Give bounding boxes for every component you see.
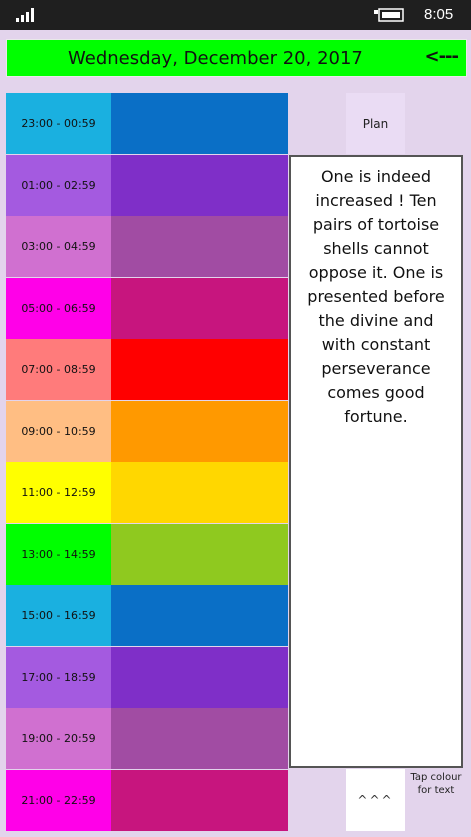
time-slot-row: 05:00 - 06:59 <box>6 277 288 339</box>
scroll-up-button[interactable]: ^^^ <box>346 769 405 831</box>
time-slot-row: 15:00 - 16:59 <box>6 585 288 646</box>
status-bar: 8:05 <box>0 0 471 30</box>
oracle-text-panel: One is indeed increased ! Ten pairs of t… <box>289 155 463 768</box>
time-slot-row: 13:00 - 14:59 <box>6 523 288 585</box>
signal-strength-icon <box>16 8 34 22</box>
tap-hint: Tap colour for text <box>410 772 462 796</box>
colour-block[interactable] <box>111 339 288 400</box>
colour-block[interactable] <box>111 585 288 646</box>
date-header: Wednesday, December 20, 2017 <--- <box>6 39 467 77</box>
colour-block[interactable] <box>111 523 288 585</box>
colour-block[interactable] <box>111 154 288 216</box>
time-slot-label: 03:00 - 04:59 <box>6 216 111 277</box>
colour-block[interactable] <box>111 216 288 277</box>
date-title: Wednesday, December 20, 2017 <box>68 48 363 69</box>
time-slot-row: 07:00 - 08:59 <box>6 339 288 400</box>
time-slot-label: 11:00 - 12:59 <box>6 462 111 523</box>
time-slot-label: 07:00 - 08:59 <box>6 339 111 400</box>
time-slot-row: 11:00 - 12:59 <box>6 462 288 523</box>
time-slot-row: 09:00 - 10:59 <box>6 400 288 462</box>
time-slot-label: 13:00 - 14:59 <box>6 523 111 585</box>
time-slot-row: 19:00 - 20:59 <box>6 708 288 769</box>
time-slot-label: 05:00 - 06:59 <box>6 277 111 339</box>
time-slot-label: 17:00 - 18:59 <box>6 646 111 708</box>
colour-block[interactable] <box>111 646 288 708</box>
time-slot-row: 23:00 - 00:59 <box>6 93 288 154</box>
time-slot-label: 19:00 - 20:59 <box>6 708 111 769</box>
plan-button[interactable]: Plan <box>346 93 405 154</box>
colour-block[interactable] <box>111 462 288 523</box>
back-button[interactable]: <--- <box>425 46 459 67</box>
time-slot-row: 17:00 - 18:59 <box>6 646 288 708</box>
time-colour-grid: 23:00 - 00:59 01:00 - 02:59 03:00 - 04:59 0… <box>6 93 288 832</box>
colour-block[interactable] <box>111 708 288 769</box>
time-slot-label: 23:00 - 00:59 <box>6 93 111 154</box>
colour-block[interactable] <box>111 400 288 462</box>
colour-block[interactable] <box>111 769 288 831</box>
time-slot-label: 21:00 - 22:59 <box>6 769 111 831</box>
time-slot-label: 09:00 - 10:59 <box>6 400 111 462</box>
colour-block[interactable] <box>111 93 288 154</box>
time-slot-label: 01:00 - 02:59 <box>6 154 111 216</box>
time-slot-row: 01:00 - 02:59 <box>6 154 288 216</box>
battery-icon <box>374 8 404 22</box>
colour-block[interactable] <box>111 277 288 339</box>
status-time: 8:05 <box>424 6 454 23</box>
time-slot-label: 15:00 - 16:59 <box>6 585 111 646</box>
time-slot-row: 21:00 - 22:59 <box>6 769 288 831</box>
time-slot-row: 03:00 - 04:59 <box>6 216 288 277</box>
